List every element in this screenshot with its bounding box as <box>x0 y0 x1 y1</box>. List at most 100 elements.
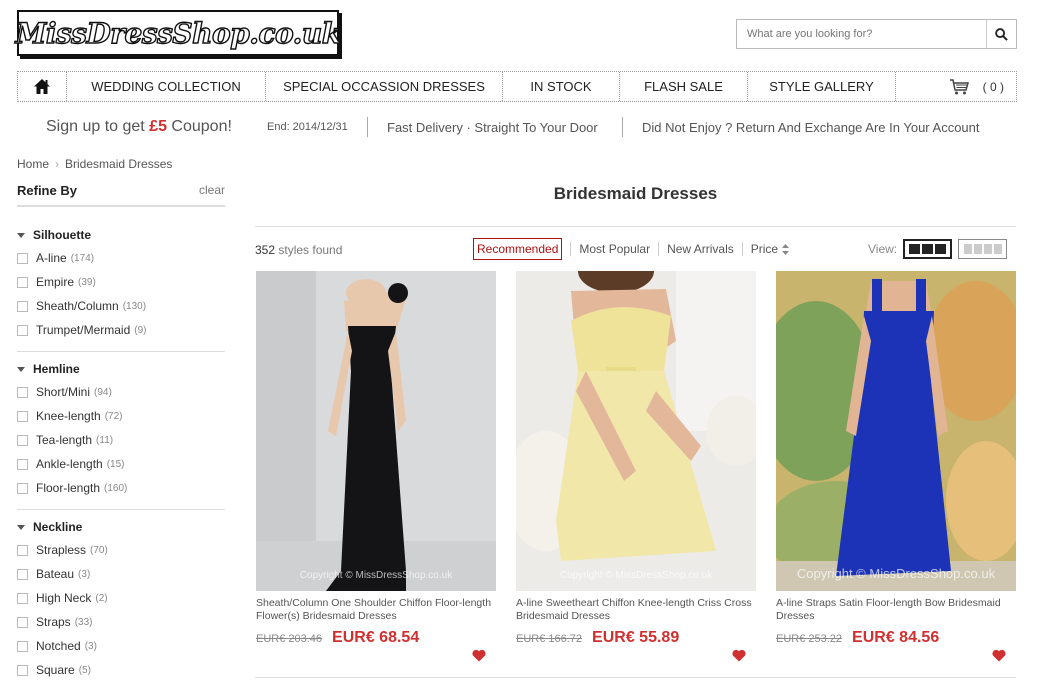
nav-special-occasion[interactable]: SPECIAL OCCASSION DRESSES <box>266 72 503 101</box>
original-price: EUR€ 253.22 <box>776 633 843 645</box>
nav-style-gallery[interactable]: STYLE GALLERY <box>748 72 896 101</box>
filter-option-label: High Neck <box>36 591 92 605</box>
nav-flash-sale[interactable]: FLASH SALE <box>620 72 748 101</box>
filter-option-trumpet-mermaid[interactable]: Trumpet/Mermaid (9) <box>17 323 146 337</box>
nav-in-stock[interactable]: IN STOCK <box>503 72 620 101</box>
filter-option-count: (130) <box>122 300 147 312</box>
filter-option-label: Tea-length <box>36 433 93 447</box>
results-count-number: 352 <box>255 243 276 257</box>
checkbox[interactable] <box>17 640 28 652</box>
product-card[interactable]: Copyright © MissDressShop.co.uk Sheath/C… <box>256 271 496 662</box>
original-price: EUR€ 203.46 <box>256 633 323 645</box>
refine-header: Refine By clear <box>17 183 225 207</box>
checkbox[interactable] <box>17 458 28 470</box>
sort-new-arrivals[interactable]: New Arrivals <box>658 242 742 256</box>
sort-price[interactable]: Price <box>741 242 797 256</box>
sort-bar: Recommended Most Popular New Arrivals Pr… <box>473 238 797 260</box>
product-price: EUR€ 253.22 EUR€ 84.56 <box>776 629 1016 647</box>
filter-option-short-mini[interactable]: Short/Mini (94) <box>17 385 112 399</box>
promo-bar: Sign up to get £5 Coupon! End: 2014/12/3… <box>0 113 1053 141</box>
search-button[interactable] <box>986 20 1016 48</box>
sale-price: EUR€ 55.89 <box>592 629 680 646</box>
product-name[interactable]: A-line Straps Satin Floor-length Bow Bri… <box>776 597 1016 623</box>
checkbox[interactable] <box>17 482 28 494</box>
filter-option-count: (3) <box>78 568 91 580</box>
checkbox[interactable] <box>17 276 28 288</box>
filter-option-label: Empire <box>36 275 75 289</box>
filter-option-bateau[interactable]: Bateau (3) <box>17 567 90 581</box>
checkbox[interactable] <box>17 324 28 336</box>
wishlist-heart-icon[interactable] <box>732 649 746 662</box>
returns-message: Did Not Enjoy ? Return And Exchange Are … <box>642 119 980 135</box>
product-image[interactable]: Copyright © MissDressShop.co.uk <box>256 271 496 591</box>
filter-option-tea-length[interactable]: Tea-length (11) <box>17 433 113 447</box>
filter-group-hemline[interactable]: Hemline <box>17 362 80 376</box>
filter-option-label: A-line <box>36 251 67 265</box>
sale-price: EUR€ 68.54 <box>332 629 420 646</box>
product-name[interactable]: A-line Sweetheart Chiffon Knee-length Cr… <box>516 597 756 623</box>
nav-cart[interactable]: ( 0 ) <box>896 72 1016 101</box>
sort-most-popular[interactable]: Most Popular <box>570 242 658 256</box>
cart-count: ( 0 ) <box>982 79 1004 94</box>
collapse-triangle-icon <box>17 232 25 238</box>
image-watermark: Copyright © MissDressShop.co.uk <box>299 570 453 581</box>
filter-option-strapless[interactable]: Strapless (70) <box>17 543 108 557</box>
delivery-message: Fast Delivery · Straight To Your Door <box>387 119 598 135</box>
logo-text: MissDressShop.co.uk <box>15 16 342 50</box>
checkbox[interactable] <box>17 300 28 312</box>
title-divider <box>255 226 1016 227</box>
checkbox[interactable] <box>17 664 28 676</box>
filter-option-straps[interactable]: Straps (33) <box>17 615 92 629</box>
coupon-amount: £5 <box>149 118 167 135</box>
image-watermark: Copyright © MissDressShop.co.uk <box>796 566 996 581</box>
main-nav: WEDDING COLLECTION SPECIAL OCCASSION DRE… <box>17 71 1017 102</box>
search-box <box>736 19 1017 49</box>
checkbox[interactable] <box>17 434 28 446</box>
checkbox[interactable] <box>17 252 28 264</box>
filter-option-notched[interactable]: Notched (3) <box>17 639 97 653</box>
search-icon <box>995 27 1008 41</box>
filter-option-floor-length[interactable]: Floor-length (160) <box>17 481 127 495</box>
filter-option-count: (94) <box>94 386 112 398</box>
checkbox[interactable] <box>17 410 28 422</box>
checkbox[interactable] <box>17 386 28 398</box>
filter-option-count: (2) <box>95 592 108 604</box>
nav-home[interactable] <box>18 72 67 101</box>
view-3-column-button[interactable] <box>903 239 953 259</box>
product-card[interactable]: Copyright © MissDressShop.co.uk A-line S… <box>776 271 1016 662</box>
results-count-label: styles found <box>275 243 343 257</box>
sale-price: EUR€ 84.56 <box>852 629 940 646</box>
wishlist-heart-icon[interactable] <box>992 649 1006 662</box>
search-input[interactable] <box>737 20 986 48</box>
view-4-column-button[interactable] <box>958 239 1008 259</box>
view-switcher: View: <box>868 239 1008 259</box>
filter-option-a-line[interactable]: A-line (174) <box>17 251 94 265</box>
wishlist-heart-icon[interactable] <box>472 649 486 662</box>
filter-option-high-neck[interactable]: High Neck (2) <box>17 591 108 605</box>
filter-option-sheath-column[interactable]: Sheath/Column (130) <box>17 299 146 313</box>
checkbox[interactable] <box>17 616 28 628</box>
site-logo[interactable]: MissDressShop.co.uk <box>15 10 342 56</box>
product-price: EUR€ 166.72 EUR€ 55.89 <box>516 629 756 647</box>
filter-option-empire[interactable]: Empire (39) <box>17 275 96 289</box>
product-card[interactable]: Copyright © MissDressShop.co.uk A-line S… <box>516 271 756 662</box>
checkbox[interactable] <box>17 568 28 580</box>
filter-group-silhouette[interactable]: Silhouette <box>17 228 91 242</box>
nav-wedding-collection[interactable]: WEDDING COLLECTION <box>67 72 266 101</box>
breadcrumb-separator: › <box>55 157 60 171</box>
clear-filters-link[interactable]: clear <box>199 183 225 205</box>
breadcrumb-home[interactable]: Home <box>17 157 49 171</box>
checkbox[interactable] <box>17 592 28 604</box>
product-image[interactable]: Copyright © MissDressShop.co.uk <box>776 271 1016 591</box>
filter-option-square[interactable]: Square (5) <box>17 663 91 677</box>
coupon-promo[interactable]: Sign up to get £5 Coupon! <box>46 118 232 136</box>
grid-bottom-divider <box>255 677 1016 678</box>
product-name[interactable]: Sheath/Column One Shoulder Chiffon Floor… <box>256 597 496 623</box>
filter-group-neckline[interactable]: Neckline <box>17 520 82 534</box>
sort-recommended[interactable]: Recommended <box>473 238 563 260</box>
checkbox[interactable] <box>17 544 28 556</box>
product-image[interactable]: Copyright © MissDressShop.co.uk <box>516 271 756 591</box>
filter-option-count: (174) <box>70 252 95 264</box>
filter-option-knee-length[interactable]: Knee-length (72) <box>17 409 123 423</box>
filter-option-ankle-length[interactable]: Ankle-length (15) <box>17 457 125 471</box>
